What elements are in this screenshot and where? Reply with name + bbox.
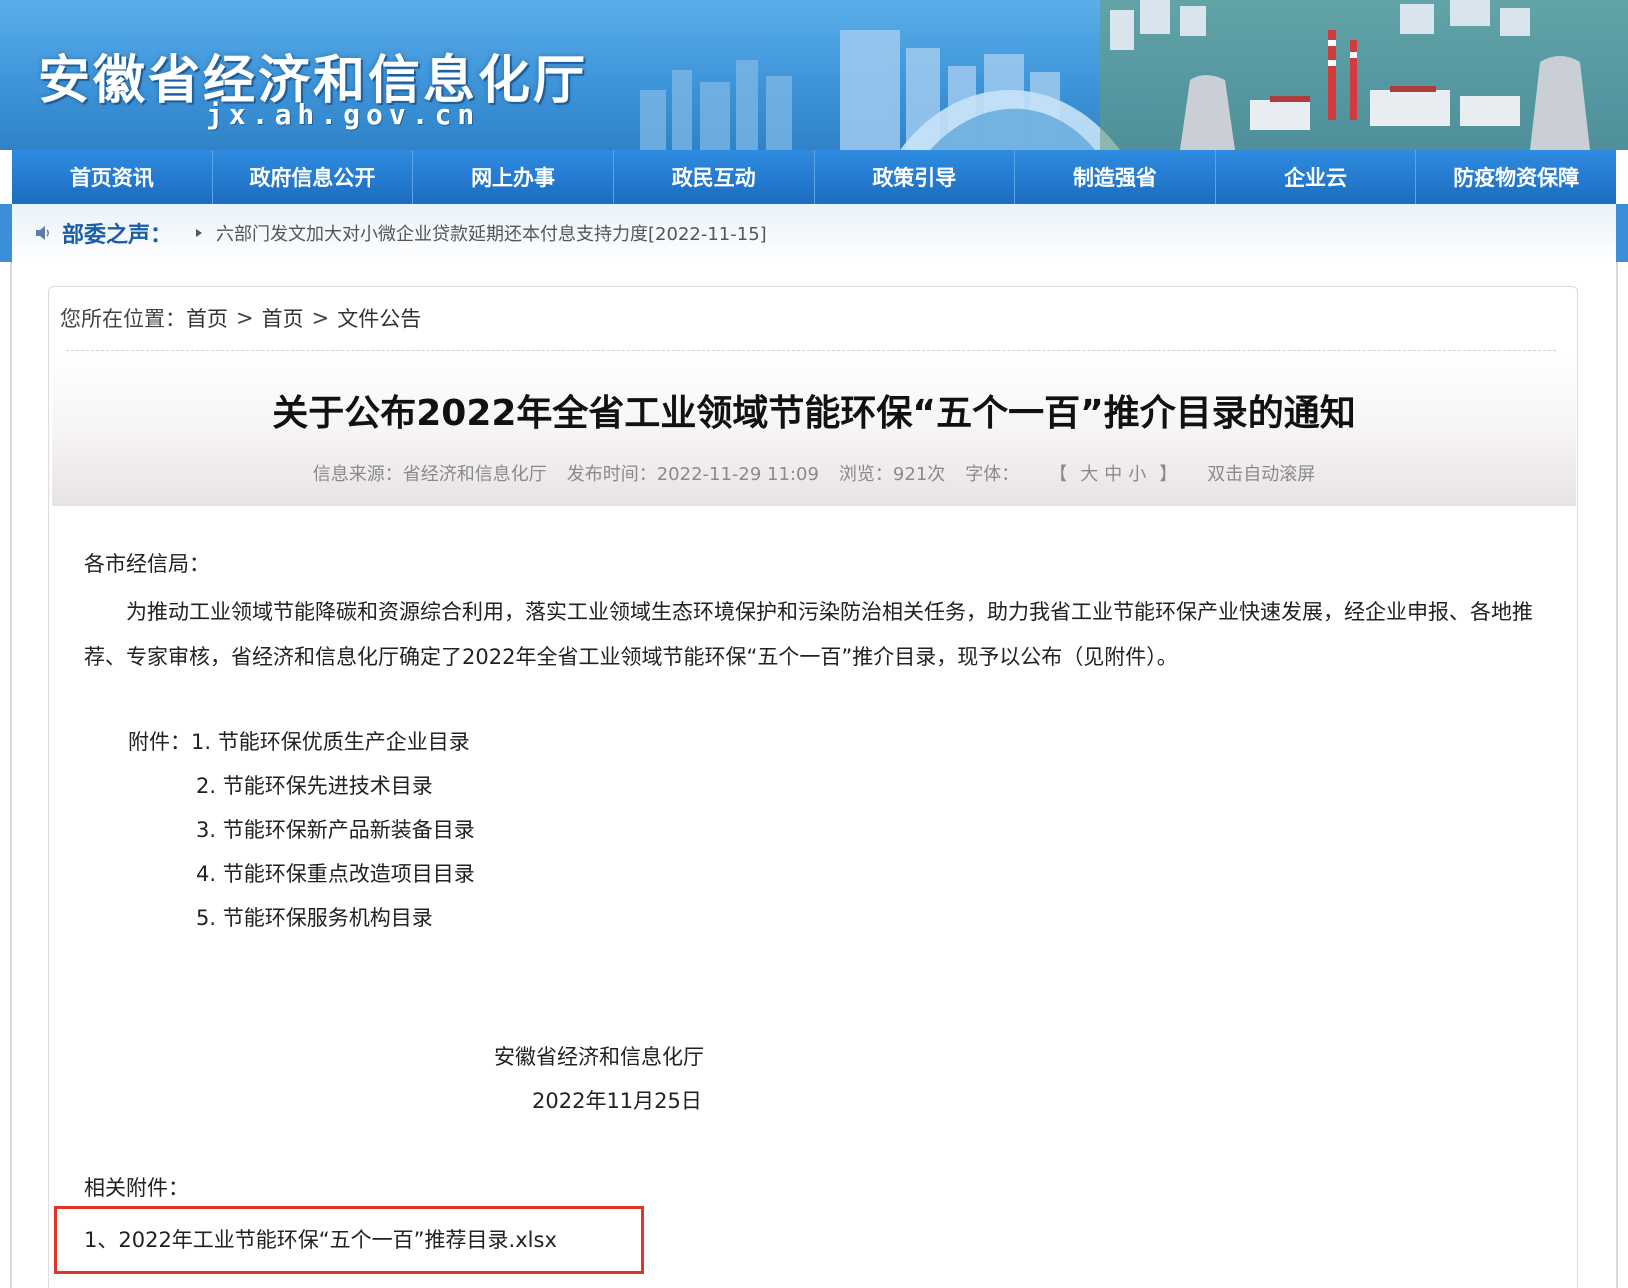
body-paragraph: 为推动工业领域节能降碳和资源综合利用，落实工业领域生态环境保护和污染防治相关任务…: [84, 600, 1533, 669]
news-ticker: 部委之声： 六部门发文加大对小微企业贷款延期还本付息支持力度[2022-11-1…: [12, 204, 1616, 262]
salutation: 各市经信局：: [84, 552, 210, 576]
breadcrumb-separator: >: [311, 306, 330, 330]
breadcrumb-separator: >: [236, 306, 254, 330]
breadcrumb-prefix: 您所在位置：: [60, 307, 186, 331]
autoscroll-toggle[interactable]: 双击自动滚屏: [1207, 460, 1315, 486]
nav-item-gov-info[interactable]: 政府信息公开: [213, 150, 414, 204]
site-banner: 安徽省经济和信息化厅 jx.ah.gov.cn: [0, 0, 1628, 150]
nav-item-epidemic-supplies[interactable]: 防疫物资保障: [1416, 150, 1616, 204]
breadcrumb: 您所在位置： 首页 > 首页 > 文件公告: [60, 300, 421, 336]
attachment-item: 5. 节能环保服务机构目录: [196, 906, 433, 930]
frame-right-border: [1616, 262, 1618, 1288]
breadcrumb-announcements-link[interactable]: 文件公告: [337, 303, 421, 333]
ticker-news-date: [2022-11-15]: [648, 224, 767, 245]
ticker-label: 部委之声：: [62, 223, 173, 248]
signer: 安徽省经济和信息化厅: [494, 1045, 704, 1069]
font-size-controls: 【大中小】: [1039, 460, 1187, 486]
nav-item-policy[interactable]: 政策引导: [815, 150, 1016, 204]
nav-item-home-news[interactable]: 首页资讯: [12, 150, 213, 204]
speaker-icon: [36, 226, 49, 240]
main-nav: 首页资讯 政府信息公开 网上办事 政民互动 政策引导 制造强省 企业云 防疫物资…: [12, 150, 1616, 204]
article-title: 关于公布2022年全省工业领域节能环保“五个一百”推介目录的通知: [272, 393, 1356, 434]
attachment-item: 3. 节能环保新产品新装备目录: [196, 818, 475, 842]
font-medium-button[interactable]: 中: [1104, 464, 1122, 485]
font-size-bracket-close: 】: [1159, 464, 1178, 485]
nav-item-online-services[interactable]: 网上办事: [413, 150, 614, 204]
font-large-button[interactable]: 大: [1080, 464, 1098, 485]
font-small-button[interactable]: 小: [1128, 464, 1146, 485]
nav-item-interaction[interactable]: 政民互动: [614, 150, 815, 204]
attachment-item: 附件：1. 节能环保优质生产企业目录: [128, 730, 470, 754]
triangle-right-icon: [196, 229, 203, 237]
meta-font-label: 字体：: [965, 464, 1020, 485]
frame-left-border: [10, 262, 12, 1288]
ticker-news-title: 六部门发文加大对小微企业贷款延期还本付息支持力度: [216, 224, 649, 245]
meta-published: 发布时间：2022-11-29 11:09: [566, 464, 819, 485]
related-attachments-label: 相关附件：: [84, 1176, 189, 1200]
breadcrumb-home-link-2[interactable]: 首页: [262, 303, 304, 333]
nav-item-enterprise-cloud[interactable]: 企业云: [1216, 150, 1417, 204]
page: 安徽省经济和信息化厅 jx.ah.gov.cn 首页资讯 政府信息公开 网上办事…: [0, 0, 1628, 1288]
ticker-news-link[interactable]: 六部门发文加大对小微企业贷款延期还本付息支持力度[2022-11-15]: [216, 220, 767, 246]
dotted-divider: [66, 350, 1556, 351]
breadcrumb-home-link[interactable]: 首页: [186, 303, 228, 333]
article-meta: 信息来源：省经济和信息化厅 发布时间：2022-11-29 11:09 浏览：9…: [52, 460, 1576, 486]
attachment-item: 4. 节能环保重点改造项目目录: [196, 862, 475, 886]
meta-source: 信息来源：省经济和信息化厅: [312, 464, 547, 485]
nav-item-manufacturing[interactable]: 制造强省: [1015, 150, 1216, 204]
font-size-bracket-open: 【: [1049, 464, 1068, 485]
attachment-download-link[interactable]: 1、2022年工业节能环保“五个一百”推荐目录.xlsx: [84, 1224, 557, 1254]
attachment-item: 2. 节能环保先进技术目录: [196, 774, 433, 798]
site-url: jx.ah.gov.cn: [206, 98, 481, 131]
issue-date: 2022年11月25日: [532, 1089, 702, 1113]
meta-views: 浏览：921次: [838, 464, 946, 485]
